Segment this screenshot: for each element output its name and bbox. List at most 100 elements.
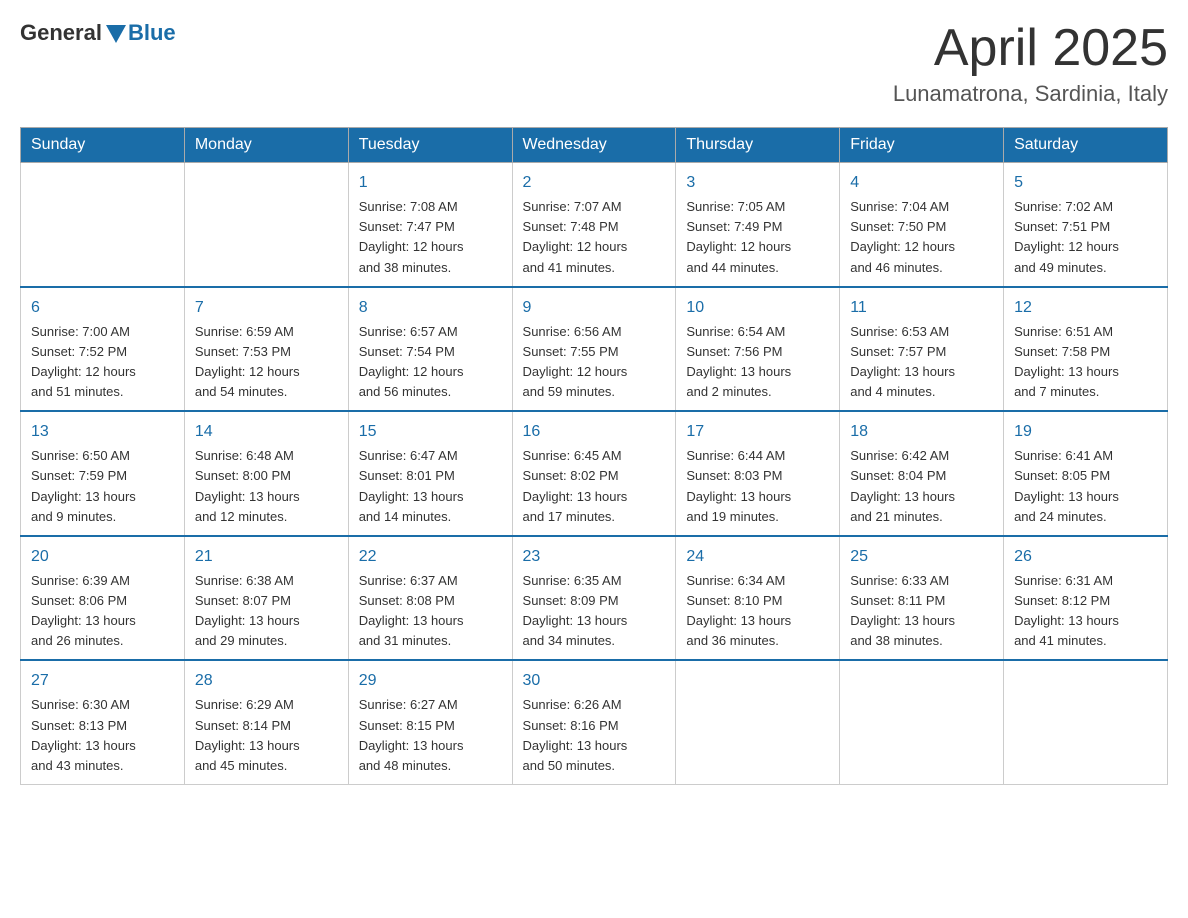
calendar-cell: 10 Sunrise: 6:54 AMSunset: 7:56 PMDayligh… (676, 287, 840, 412)
day-info: Sunrise: 6:30 AMSunset: 8:13 PMDaylight:… (31, 697, 136, 772)
day-number: 17 (686, 420, 829, 444)
day-number: 11 (850, 296, 993, 320)
calendar-cell: 28 Sunrise: 6:29 AMSunset: 8:14 PMDayligh… (184, 660, 348, 784)
calendar-day-header: Sunday (21, 128, 185, 163)
day-number: 29 (359, 669, 502, 693)
day-number: 9 (523, 296, 666, 320)
day-number: 3 (686, 171, 829, 195)
calendar-cell: 2 Sunrise: 7:07 AMSunset: 7:48 PMDaylight… (512, 163, 676, 287)
calendar-cell: 17 Sunrise: 6:44 AMSunset: 8:03 PMDayligh… (676, 411, 840, 536)
calendar-cell (21, 163, 185, 287)
day-info: Sunrise: 6:56 AMSunset: 7:55 PMDaylight:… (523, 324, 628, 399)
calendar-day-header: Tuesday (348, 128, 512, 163)
calendar-week-row: 6 Sunrise: 7:00 AMSunset: 7:52 PMDaylight… (21, 287, 1168, 412)
calendar-day-header: Friday (840, 128, 1004, 163)
calendar-cell: 13 Sunrise: 6:50 AMSunset: 7:59 PMDayligh… (21, 411, 185, 536)
calendar-cell: 29 Sunrise: 6:27 AMSunset: 8:15 PMDayligh… (348, 660, 512, 784)
day-info: Sunrise: 7:08 AMSunset: 7:47 PMDaylight:… (359, 199, 464, 274)
day-info: Sunrise: 6:27 AMSunset: 8:15 PMDaylight:… (359, 697, 464, 772)
calendar-cell: 1 Sunrise: 7:08 AMSunset: 7:47 PMDaylight… (348, 163, 512, 287)
calendar-cell: 12 Sunrise: 6:51 AMSunset: 7:58 PMDayligh… (1004, 287, 1168, 412)
day-info: Sunrise: 7:00 AMSunset: 7:52 PMDaylight:… (31, 324, 136, 399)
calendar-cell: 9 Sunrise: 6:56 AMSunset: 7:55 PMDaylight… (512, 287, 676, 412)
calendar-cell: 5 Sunrise: 7:02 AMSunset: 7:51 PMDaylight… (1004, 163, 1168, 287)
day-number: 6 (31, 296, 174, 320)
day-number: 28 (195, 669, 338, 693)
day-number: 13 (31, 420, 174, 444)
calendar-day-header: Monday (184, 128, 348, 163)
day-info: Sunrise: 6:35 AMSunset: 8:09 PMDaylight:… (523, 573, 628, 648)
calendar-cell: 19 Sunrise: 6:41 AMSunset: 8:05 PMDayligh… (1004, 411, 1168, 536)
calendar-cell: 16 Sunrise: 6:45 AMSunset: 8:02 PMDayligh… (512, 411, 676, 536)
calendar-cell: 3 Sunrise: 7:05 AMSunset: 7:49 PMDaylight… (676, 163, 840, 287)
day-number: 15 (359, 420, 502, 444)
day-info: Sunrise: 6:26 AMSunset: 8:16 PMDaylight:… (523, 697, 628, 772)
day-number: 25 (850, 545, 993, 569)
day-info: Sunrise: 6:33 AMSunset: 8:11 PMDaylight:… (850, 573, 955, 648)
day-number: 7 (195, 296, 338, 320)
calendar-cell: 25 Sunrise: 6:33 AMSunset: 8:11 PMDayligh… (840, 536, 1004, 661)
calendar-cell: 14Sunrise: 6:48 AMSunset: 8:00 PMDayligh… (184, 411, 348, 536)
calendar-week-row: 13 Sunrise: 6:50 AMSunset: 7:59 PMDayligh… (21, 411, 1168, 536)
day-number: 22 (359, 545, 502, 569)
calendar-cell: 7 Sunrise: 6:59 AMSunset: 7:53 PMDaylight… (184, 287, 348, 412)
calendar-cell: 8 Sunrise: 6:57 AMSunset: 7:54 PMDaylight… (348, 287, 512, 412)
day-info: Sunrise: 6:53 AMSunset: 7:57 PMDaylight:… (850, 324, 955, 399)
day-number: 5 (1014, 171, 1157, 195)
calendar-cell: 4 Sunrise: 7:04 AMSunset: 7:50 PMDaylight… (840, 163, 1004, 287)
calendar-day-header: Wednesday (512, 128, 676, 163)
day-number: 18 (850, 420, 993, 444)
day-info: Sunrise: 6:57 AMSunset: 7:54 PMDaylight:… (359, 324, 464, 399)
day-number: 2 (523, 171, 666, 195)
calendar-day-header: Thursday (676, 128, 840, 163)
day-info: Sunrise: 6:37 AMSunset: 8:08 PMDaylight:… (359, 573, 464, 648)
day-info: Sunrise: 6:41 AMSunset: 8:05 PMDaylight:… (1014, 448, 1119, 523)
calendar-cell (676, 660, 840, 784)
day-number: 16 (523, 420, 666, 444)
day-number: 23 (523, 545, 666, 569)
calendar-week-row: 1 Sunrise: 7:08 AMSunset: 7:47 PMDaylight… (21, 163, 1168, 287)
day-info: Sunrise: 6:47 AMSunset: 8:01 PMDaylight:… (359, 448, 464, 523)
day-number: 8 (359, 296, 502, 320)
calendar-cell: 24Sunrise: 6:34 AMSunset: 8:10 PMDayligh… (676, 536, 840, 661)
calendar-title: April 2025 (893, 20, 1168, 77)
day-info: Sunrise: 6:51 AMSunset: 7:58 PMDaylight:… (1014, 324, 1119, 399)
page-header: General Blue April 2025 Lunamatrona, Sar… (20, 20, 1168, 107)
day-info: Sunrise: 7:07 AMSunset: 7:48 PMDaylight:… (523, 199, 628, 274)
calendar-week-row: 20Sunrise: 6:39 AMSunset: 8:06 PMDayligh… (21, 536, 1168, 661)
day-info: Sunrise: 7:04 AMSunset: 7:50 PMDaylight:… (850, 199, 955, 274)
calendar-day-header: Saturday (1004, 128, 1168, 163)
calendar-cell (184, 163, 348, 287)
day-number: 20 (31, 545, 174, 569)
calendar-cell: 15 Sunrise: 6:47 AMSunset: 8:01 PMDayligh… (348, 411, 512, 536)
day-info: Sunrise: 6:45 AMSunset: 8:02 PMDaylight:… (523, 448, 628, 523)
day-info: Sunrise: 6:31 AMSunset: 8:12 PMDaylight:… (1014, 573, 1119, 648)
day-info: Sunrise: 6:50 AMSunset: 7:59 PMDaylight:… (31, 448, 136, 523)
day-info: Sunrise: 7:02 AMSunset: 7:51 PMDaylight:… (1014, 199, 1119, 274)
logo-general-text: General (20, 20, 102, 46)
logo-triangle-icon (106, 25, 126, 43)
logo: General Blue (20, 20, 176, 46)
calendar-cell: 22 Sunrise: 6:37 AMSunset: 8:08 PMDayligh… (348, 536, 512, 661)
day-number: 4 (850, 171, 993, 195)
day-number: 1 (359, 171, 502, 195)
day-info: Sunrise: 6:29 AMSunset: 8:14 PMDaylight:… (195, 697, 300, 772)
day-info: Sunrise: 6:38 AMSunset: 8:07 PMDaylight:… (195, 573, 300, 648)
calendar-cell: 6 Sunrise: 7:00 AMSunset: 7:52 PMDaylight… (21, 287, 185, 412)
day-number: 21 (195, 545, 338, 569)
day-number: 27 (31, 669, 174, 693)
day-info: Sunrise: 6:44 AMSunset: 8:03 PMDaylight:… (686, 448, 791, 523)
calendar-cell: 23 Sunrise: 6:35 AMSunset: 8:09 PMDayligh… (512, 536, 676, 661)
day-number: 26 (1014, 545, 1157, 569)
day-number: 12 (1014, 296, 1157, 320)
day-info: Sunrise: 6:48 AMSunset: 8:00 PMDaylight:… (195, 448, 300, 523)
calendar-cell: 20Sunrise: 6:39 AMSunset: 8:06 PMDayligh… (21, 536, 185, 661)
calendar-cell (1004, 660, 1168, 784)
day-number: 19 (1014, 420, 1157, 444)
day-info: Sunrise: 6:54 AMSunset: 7:56 PMDaylight:… (686, 324, 791, 399)
day-info: Sunrise: 7:05 AMSunset: 7:49 PMDaylight:… (686, 199, 791, 274)
title-block: April 2025 Lunamatrona, Sardinia, Italy (893, 20, 1168, 107)
day-info: Sunrise: 6:34 AMSunset: 8:10 PMDaylight:… (686, 573, 791, 648)
day-info: Sunrise: 6:59 AMSunset: 7:53 PMDaylight:… (195, 324, 300, 399)
day-number: 10 (686, 296, 829, 320)
